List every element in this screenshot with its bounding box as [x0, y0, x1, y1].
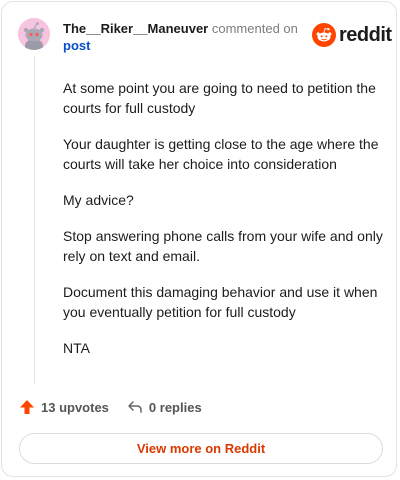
upvote-button[interactable]: 13 upvotes — [19, 399, 109, 415]
avatar[interactable] — [18, 18, 50, 50]
comment-paragraph: Your daughter is getting close to the ag… — [63, 136, 379, 172]
post-link[interactable]: post — [63, 38, 90, 53]
reddit-logo[interactable]: reddit — [312, 23, 392, 47]
comment-paragraph: Document this damaging behavior and use … — [63, 284, 378, 320]
upvote-count: 13 upvotes — [41, 399, 109, 415]
thread-line — [34, 56, 35, 384]
view-more-on-reddit-button[interactable]: View more on Reddit — [19, 433, 383, 464]
comment-header: The__Riker__Maneuver commented on post — [63, 20, 303, 54]
brand-name: reddit — [339, 23, 392, 46]
embedded-comment-card: The__Riker__Maneuver commented on post r… — [1, 1, 397, 477]
author-name[interactable]: The__Riker__Maneuver — [63, 21, 208, 36]
comment-paragraph: My advice? — [63, 192, 134, 208]
reply-arrow-icon — [128, 401, 142, 413]
comment-actions: 13 upvotes 0 replies — [19, 399, 202, 415]
replies-button[interactable]: 0 replies — [127, 399, 202, 415]
upvote-arrow-icon — [20, 400, 34, 414]
commented-on-label: commented on — [211, 21, 298, 36]
reddit-snoo-icon — [312, 23, 336, 47]
reply-count: 0 replies — [148, 399, 202, 415]
comment-body: At some point you are going to need to p… — [63, 78, 383, 374]
comment-paragraph: Stop answering phone calls from your wif… — [63, 228, 383, 264]
snoo-avatar-icon — [18, 18, 50, 50]
comment-paragraph: NTA — [63, 340, 90, 356]
comment-paragraph: At some point you are going to need to p… — [63, 80, 376, 116]
